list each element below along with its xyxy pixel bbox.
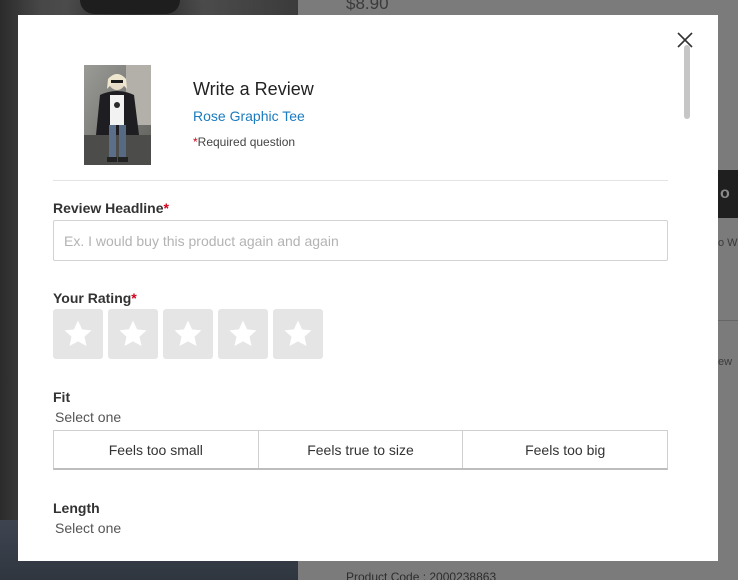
star-icon (64, 320, 92, 347)
length-hint: Select one (55, 520, 122, 536)
star-rating-1[interactable] (53, 309, 103, 359)
star-rating-3[interactable] (163, 309, 213, 359)
star-rating-2[interactable] (108, 309, 158, 359)
star-icon (284, 320, 312, 347)
star-rating-5[interactable] (273, 309, 323, 359)
background-side-text: o W (718, 237, 738, 249)
fit-option-too-small[interactable]: Feels too small (54, 431, 259, 468)
product-name-link[interactable]: Rose Graphic Tee (193, 108, 305, 124)
product-thumbnail (84, 65, 151, 165)
review-headline-label: Review Headline* (53, 200, 169, 216)
fit-option-too-big[interactable]: Feels too big (463, 431, 667, 468)
background-price: $8.90 (346, 0, 389, 13)
background-side-text: ew (718, 356, 733, 368)
star-icon (229, 320, 257, 347)
background-photo-hair (80, 0, 180, 14)
review-headline-label-text: Review Headline (53, 200, 164, 216)
fit-label: Fit (53, 389, 71, 405)
background-product-code: Product Code : 2000238863 (346, 570, 497, 580)
star-icon (174, 320, 202, 347)
rating-label: Your Rating* (53, 290, 137, 306)
review-headline-input[interactable] (53, 220, 668, 261)
required-asterisk: * (163, 200, 169, 216)
fit-options: Feels too small Feels true to size Feels… (53, 430, 668, 470)
required-asterisk: * (131, 290, 137, 306)
scrollbar-thumb[interactable] (684, 45, 690, 119)
modal-title: Write a Review (193, 79, 314, 99)
star-rating-4[interactable] (218, 309, 268, 359)
fit-hint: Select one (55, 409, 122, 425)
header-divider (53, 180, 668, 181)
write-review-modal: Write a Review Rose Graphic Tee *Require… (18, 15, 718, 561)
length-label: Length (53, 500, 100, 516)
modal-scrollbar[interactable] (684, 45, 692, 551)
product-image (84, 65, 151, 165)
required-note-text: Required question (197, 135, 296, 149)
star-rating (53, 309, 328, 360)
rating-label-text: Your Rating (53, 290, 132, 306)
background-divider (718, 320, 738, 321)
background-add-button: o (716, 170, 738, 218)
required-question-note: *Required question (193, 135, 295, 149)
star-icon (119, 320, 147, 347)
fit-option-true-to-size[interactable]: Feels true to size (259, 431, 464, 468)
